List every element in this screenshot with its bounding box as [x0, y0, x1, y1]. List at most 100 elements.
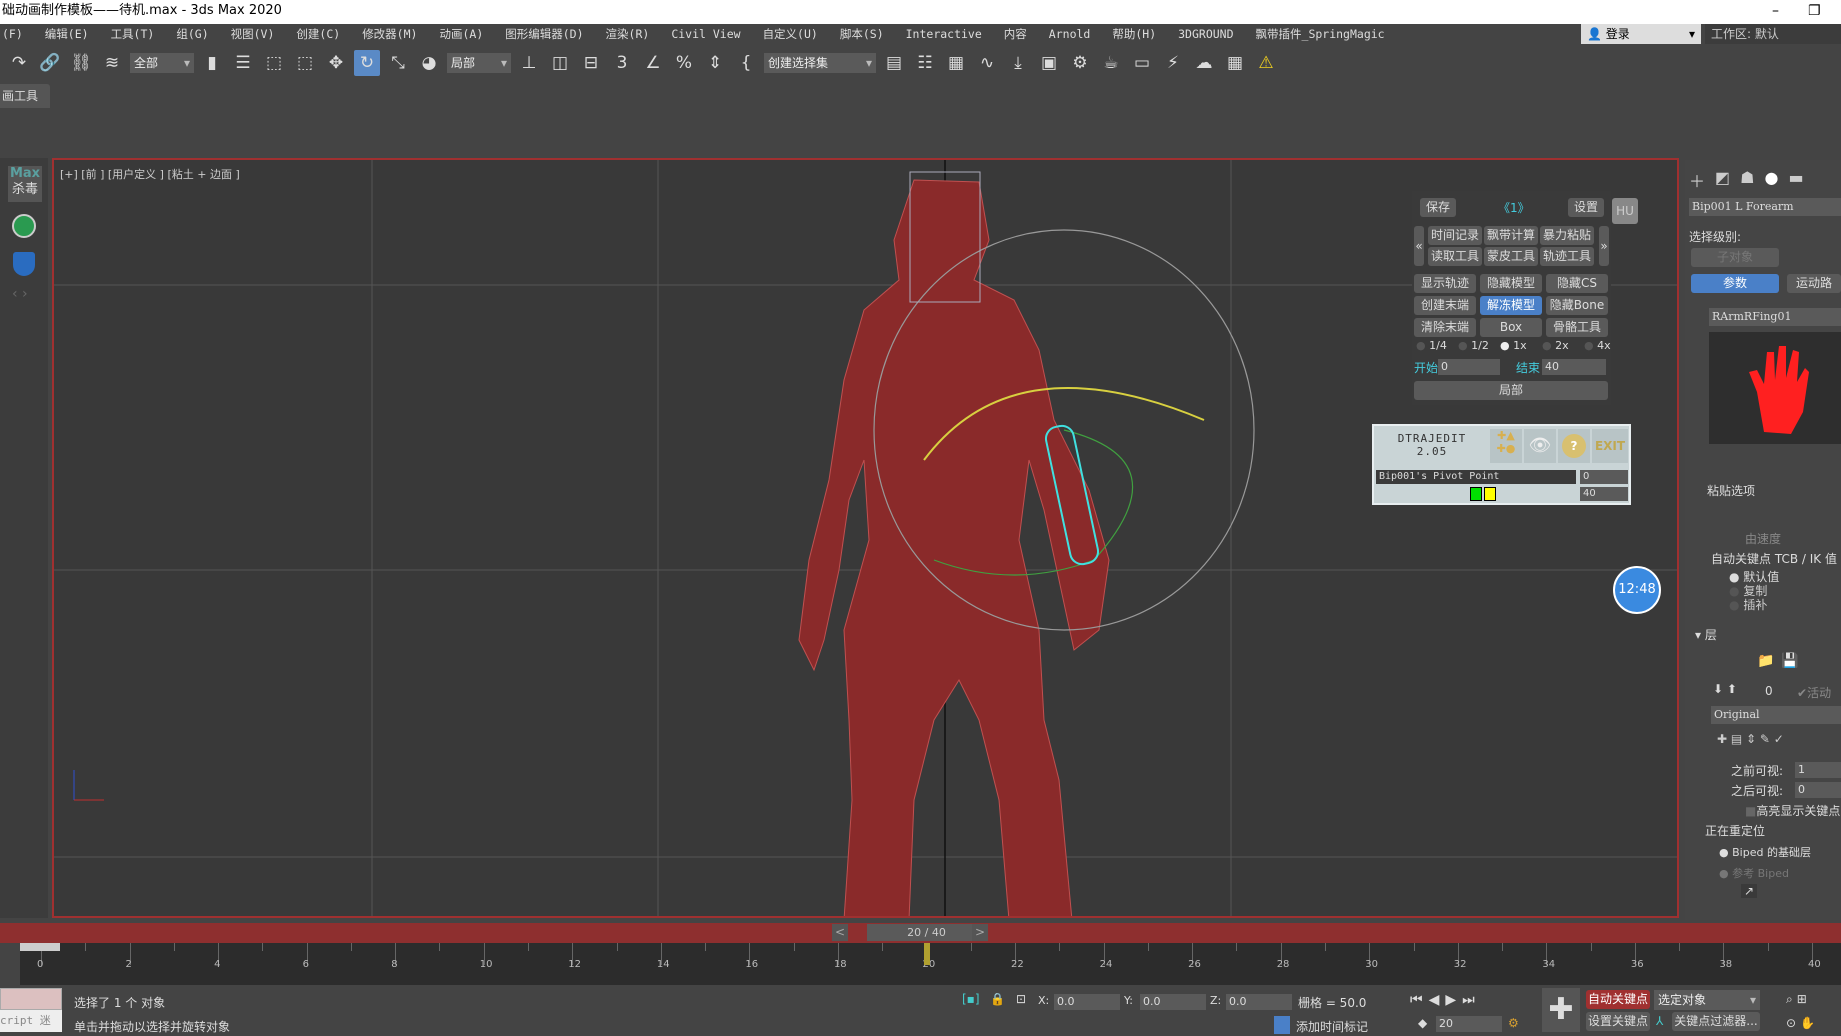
y-coord-field[interactable]: 0.0	[1140, 994, 1206, 1010]
pivot-object-field[interactable]: Bip001's Pivot Point	[1376, 470, 1576, 484]
next-frame-button[interactable]: >	[972, 924, 988, 941]
menu-item[interactable]: 动画(A)	[439, 26, 483, 42]
select-object-icon[interactable]: ▮	[199, 50, 225, 76]
next-page-button[interactable]: »	[1599, 226, 1609, 266]
minimize-button[interactable]: –	[1772, 0, 1779, 22]
warning-icon[interactable]: ⚠	[1253, 50, 1279, 76]
scale-icon[interactable]: ⤡	[385, 50, 411, 76]
edit-named-selection-icon[interactable]: {	[733, 50, 759, 76]
current-frame-field[interactable]: 20	[1436, 1016, 1502, 1032]
tool-button[interactable]: 隐藏Bone	[1546, 296, 1608, 315]
key-selection-dropdown[interactable]: 选定对象	[1654, 990, 1760, 1010]
snap-3d-icon[interactable]: 3	[609, 50, 635, 76]
motion-path-button[interactable]: 运动路	[1787, 274, 1841, 293]
lock-icon[interactable]: 🔒	[990, 992, 1005, 1006]
eye-icon[interactable]: 👁	[1524, 429, 1556, 463]
motion-tab-icon[interactable]: ●	[1764, 168, 1778, 192]
menu-item[interactable]: 3DGROUND	[1178, 27, 1233, 41]
viewport-layout-icon[interactable]: ▦	[1222, 50, 1248, 76]
mirror-icon[interactable]: ◫	[547, 50, 573, 76]
save-button[interactable]: 保存	[1420, 198, 1456, 217]
rotate-icon[interactable]: ↻	[354, 50, 380, 76]
save-icon[interactable]: 💾	[1781, 653, 1798, 669]
curve-editor-icon[interactable]: ∿	[974, 50, 1000, 76]
tool-button[interactable]: 骨骼工具	[1546, 318, 1608, 337]
menu-item[interactable]: 飘带插件_SpringMagic	[1256, 26, 1385, 42]
hu-button[interactable]: HU	[1612, 198, 1638, 224]
hand-preview[interactable]	[1709, 332, 1841, 444]
set-key-button[interactable]: 设置关键点	[1586, 1012, 1650, 1031]
highlight-keys-checkbox[interactable]: ■高亮显示关键点	[1745, 802, 1840, 819]
menu-item[interactable]: 创建(C)	[296, 26, 340, 42]
tool-button[interactable]: 显示轨迹	[1414, 274, 1476, 293]
speed-radio[interactable]: ● 2x	[1542, 339, 1569, 352]
key-mode-icon[interactable]: ◆	[1418, 1016, 1427, 1030]
add-time-tag[interactable]: 添加时间标记	[1296, 1018, 1368, 1035]
retarget-arrow-icon[interactable]: ↗	[1741, 884, 1757, 898]
render-setup-icon[interactable]: ☕	[1098, 50, 1124, 76]
toggle-scene-explorer-icon[interactable]: ▤	[881, 50, 907, 76]
layer-name-field[interactable]: Original	[1711, 706, 1841, 724]
render-cloud-icon[interactable]: ☁	[1191, 50, 1217, 76]
active-checkbox[interactable]: ✔活动	[1797, 684, 1831, 701]
menu-item[interactable]: 编辑(E)	[45, 26, 89, 42]
render-icon[interactable]: ⚡	[1160, 50, 1186, 76]
tool-button[interactable]: 清除末端	[1414, 318, 1476, 337]
menu-item[interactable]: 内容	[1004, 26, 1027, 42]
speed-radio[interactable]: ● 1/2	[1458, 339, 1489, 352]
yellow-color-swatch[interactable]	[1484, 487, 1496, 501]
auto-key-button[interactable]: 自动关键点	[1586, 990, 1650, 1009]
params-button[interactable]: 参数	[1691, 274, 1779, 293]
x-coord-field[interactable]: 0.0	[1054, 994, 1120, 1010]
rendered-frame-icon[interactable]: ▭	[1129, 50, 1155, 76]
layer-explorer-icon[interactable]: ☷	[912, 50, 938, 76]
percent-snap-icon[interactable]: %	[671, 50, 697, 76]
menu-item[interactable]: 帮助(H)	[1112, 26, 1156, 42]
schematic-icon[interactable]: ▣	[1036, 50, 1062, 76]
time-config-icon[interactable]: ⚙	[1508, 1016, 1519, 1030]
start-spinner[interactable]: 0	[1438, 359, 1500, 375]
menu-item[interactable]: 修改器(M)	[362, 26, 417, 42]
after-visible-spinner[interactable]: 0	[1795, 782, 1841, 798]
set-key-big-button[interactable]: ✚	[1542, 988, 1580, 1032]
menu-item[interactable]: 视图(V)	[231, 26, 275, 42]
redo-icon[interactable]: ↷	[6, 50, 32, 76]
tool-button[interactable]: 隐藏模型	[1480, 274, 1542, 293]
end-spinner[interactable]: 40	[1542, 359, 1606, 375]
track-bar[interactable]: 0246810121416182022242628303234363840	[20, 943, 1841, 985]
radio-ref-biped[interactable]: ● 参考 Biped	[1719, 865, 1789, 881]
key-tangent-icon[interactable]: ⅄	[1656, 1014, 1663, 1028]
radio-biped-base[interactable]: ● Biped 的基础层	[1719, 844, 1811, 860]
menu-item[interactable]: 脚本(S)	[840, 26, 884, 42]
link-icon[interactable]: 🔗	[37, 50, 63, 76]
menu-item[interactable]: 图形编辑器(D)	[505, 26, 583, 42]
green-color-swatch[interactable]	[1470, 487, 1482, 501]
hand-part-dropdown[interactable]: RArmRFing01	[1709, 308, 1841, 326]
maxscript-mini-listener[interactable]: cript 迷	[0, 1010, 62, 1032]
page-indicator[interactable]: 《1》	[1498, 199, 1530, 216]
add-key-icons[interactable]: ✚▲ ✚●	[1490, 429, 1522, 463]
shield-icon[interactable]	[13, 252, 35, 276]
ribbon-tab[interactable]: 画工具	[0, 84, 50, 108]
clock-widget[interactable]: 12:48	[1613, 566, 1661, 614]
dtraj-end-spinner[interactable]: 40	[1580, 487, 1628, 501]
material-editor-icon[interactable]: ⚙	[1067, 50, 1093, 76]
menu-item[interactable]: (F)	[2, 27, 23, 41]
isolate-icon[interactable]: [▪]	[962, 992, 980, 1006]
viewport-label[interactable]: [+] [前 ] [用户定义 ] [粘土 + 边面 ]	[60, 166, 240, 182]
restore-button[interactable]: ❐	[1808, 0, 1821, 22]
viewport-nav-pan-icons[interactable]: ⊙✋	[1786, 1016, 1819, 1030]
selection-filter-dropdown[interactable]: 全部	[130, 53, 194, 73]
pivot-icon[interactable]: ⊥	[516, 50, 542, 76]
prev-page-button[interactable]: «	[1414, 226, 1424, 266]
angle-snap-icon[interactable]: ∠	[640, 50, 666, 76]
dope-sheet-icon[interactable]: ⤓	[1005, 50, 1031, 76]
time-tag-icon[interactable]	[1274, 1016, 1290, 1034]
window-crossing-icon[interactable]: ⬚	[292, 50, 318, 76]
key-filters-button[interactable]: 关键点过滤器...	[1672, 1012, 1760, 1031]
menu-item[interactable]: 渲染(R)	[606, 26, 650, 42]
before-visible-spinner[interactable]: 1	[1795, 762, 1841, 778]
tool-button[interactable]: 读取工具	[1428, 247, 1482, 266]
tool-button[interactable]: 创建末端	[1414, 296, 1476, 315]
menu-item[interactable]: 组(G)	[176, 26, 208, 42]
